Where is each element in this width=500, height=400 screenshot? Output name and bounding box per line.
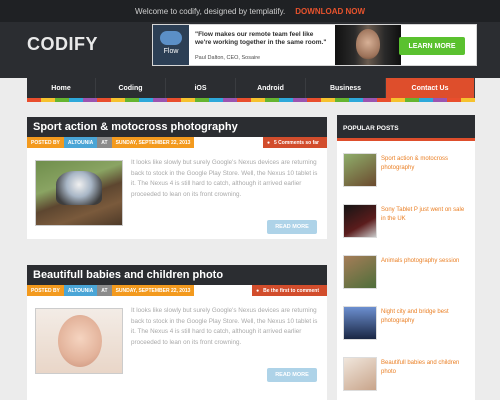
post-title[interactable]: Sport action & motocross photography (27, 117, 327, 137)
at-label: AT (97, 137, 112, 148)
post-author[interactable]: ALTOUNIA (63, 137, 98, 148)
popular-post-item[interactable]: Night city and bridge best photography (337, 306, 475, 346)
read-more-button[interactable]: READ MORE (267, 220, 317, 234)
learn-more-button[interactable]: LEARN MORE (399, 37, 465, 55)
banner-quote: "Flow makes our remote team feel like we… (195, 31, 327, 46)
post-body: It looks like slowly but surely Google's… (27, 296, 327, 386)
top-bar: Welcome to codify, designed by templatif… (0, 0, 500, 22)
post-body: It looks like slowly but surely Google's… (27, 148, 327, 238)
site-header: CODIFY Flow "Flow makes our remote team … (0, 22, 500, 78)
cloud-icon (160, 31, 182, 45)
flow-logo: Flow (153, 25, 189, 65)
popular-post-link[interactable]: Night city and bridge best photography (381, 308, 469, 326)
post-date: SUNDAY, SEPTEMBER 22, 2013 (111, 285, 195, 296)
popular-post-link[interactable]: Sony Tablet P just went on sale in the U… (381, 206, 469, 224)
popular-post-thumbnail[interactable] (343, 204, 377, 238)
popular-posts-title: POPULAR POSTS (337, 115, 475, 141)
post-author[interactable]: ALTOUNIA (63, 285, 98, 296)
nav-ios[interactable]: iOS (166, 78, 236, 98)
site-logo[interactable]: CODIFY (27, 34, 98, 55)
welcome-text: Welcome to codify, designed by templatif… (134, 6, 286, 16)
nav-coding[interactable]: Coding (96, 78, 166, 98)
post-comments-link[interactable]: ● Be the first to comment (252, 285, 327, 296)
post-thumbnail[interactable] (35, 160, 123, 226)
nav-contact-us[interactable]: Contact Us (386, 78, 475, 98)
nav-android[interactable]: Android (236, 78, 306, 98)
popular-post-link[interactable]: Animals photography session (381, 257, 469, 266)
popular-post-item[interactable]: Beautifull babies and children photo (337, 357, 475, 397)
banner-quote-author: Paul Dalton, CEO, Sosaire (195, 55, 261, 61)
popular-post-item[interactable]: Sport action & motocross photography (337, 153, 475, 193)
post-card: Sport action & motocross photography POS… (27, 117, 327, 239)
at-label: AT (97, 285, 112, 296)
post-meta: POSTED BY ALTOUNIA AT SUNDAY, SEPTEMBER … (27, 137, 327, 148)
post-comments-link[interactable]: ● 5 Comments so far (262, 137, 327, 148)
popular-post-thumbnail[interactable] (343, 357, 377, 391)
ad-banner[interactable]: Flow "Flow makes our remote team feel li… (152, 24, 477, 66)
post-excerpt: It looks like slowly but surely Google's… (131, 159, 318, 198)
post-title[interactable]: Beautifull babies and children photo (27, 265, 327, 285)
post-thumbnail[interactable] (35, 308, 123, 374)
popular-post-thumbnail[interactable] (343, 255, 377, 289)
popular-post-thumbnail[interactable] (343, 153, 377, 187)
post-date: SUNDAY, SEPTEMBER 22, 2013 (111, 137, 195, 148)
posted-by-label: POSTED BY (27, 285, 64, 296)
popular-post-item[interactable]: Sony Tablet P just went on sale in the U… (337, 204, 475, 244)
banner-person-photo (335, 25, 401, 65)
post-excerpt: It looks like slowly but surely Google's… (131, 307, 318, 346)
popular-posts-widget: POPULAR POSTS Sport action & motocross p… (337, 115, 475, 400)
post-meta: POSTED BY ALTOUNIA AT SUNDAY, SEPTEMBER … (27, 285, 327, 296)
popular-post-item[interactable]: Animals photography session (337, 255, 475, 295)
download-now-link[interactable]: DOWNLOAD NOW (295, 7, 365, 16)
flow-brand-text: Flow (163, 48, 179, 55)
read-more-button[interactable]: READ MORE (267, 368, 317, 382)
color-stripe (27, 98, 475, 102)
popular-post-link[interactable]: Sport action & motocross photography (381, 155, 469, 173)
nav-home[interactable]: Home (27, 78, 96, 98)
posted-by-label: POSTED BY (27, 137, 64, 148)
popular-post-thumbnail[interactable] (343, 306, 377, 340)
popular-post-link[interactable]: Beautifull babies and children photo (381, 359, 469, 377)
post-card: Beautifull babies and children photo POS… (27, 265, 327, 400)
nav-business[interactable]: Business (306, 78, 386, 98)
